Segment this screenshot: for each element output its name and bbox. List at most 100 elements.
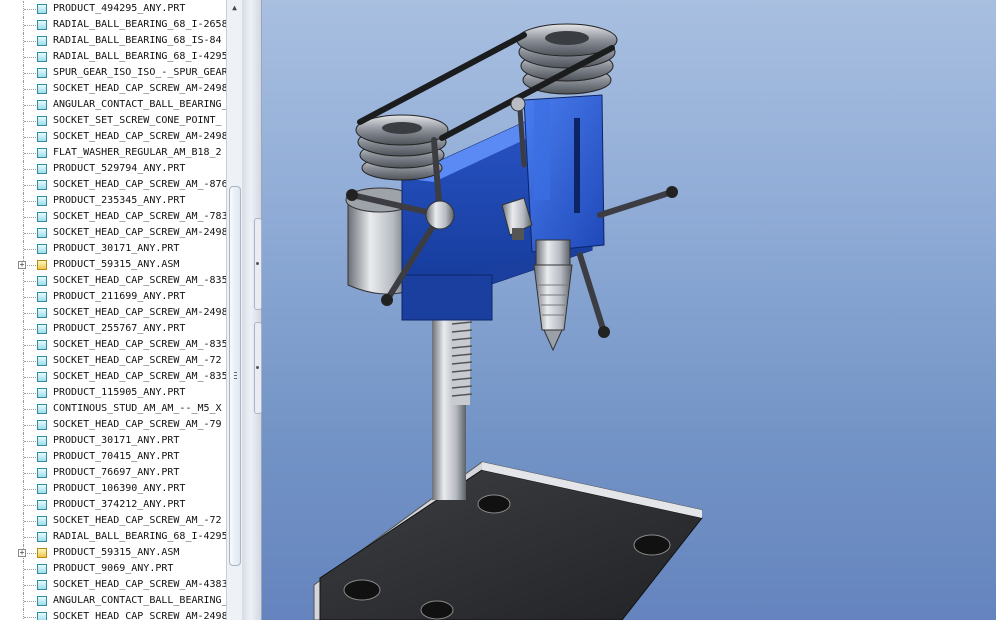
tree-item[interactable]: PRODUCT_255767_ANY.PRT xyxy=(0,321,226,337)
tree-item-label: SOCKET_HEAD_CAP_SCREW_AM_-876 xyxy=(53,179,226,190)
tree-item[interactable]: SOCKET_HEAD_CAP_SCREW_AM-2498 xyxy=(0,81,226,97)
tree-item[interactable]: SOCKET_SET_SCREW_CONE_POINT_ xyxy=(0,113,226,129)
expand-toggle-icon[interactable]: + xyxy=(18,549,26,557)
tree-item[interactable]: SOCKET_HEAD_CAP_SCREW_AM_-783 xyxy=(0,209,226,225)
part-icon xyxy=(37,372,47,382)
tree-item[interactable]: RADIAL_BALL_BEARING_68_IS-84 xyxy=(0,33,226,49)
scroll-up-arrow[interactable]: ▲ xyxy=(227,0,242,16)
tree-item-label: SOCKET_HEAD_CAP_SCREW_AM-2498 xyxy=(53,611,226,620)
tree-item-label: PRODUCT_255767_ANY.PRT xyxy=(53,323,186,334)
part-icon xyxy=(37,244,47,254)
tree-item[interactable]: + PRODUCT_59315_ANY.ASM xyxy=(0,545,226,561)
tree-item[interactable]: SOCKET_HEAD_CAP_SCREW_AM_-835 xyxy=(0,273,226,289)
graphics-viewport[interactable] xyxy=(262,0,996,620)
tree-item[interactable]: SOCKET_HEAD_CAP_SCREW_AM-2498 xyxy=(0,225,226,241)
tree-item[interactable]: CONTINOUS_STUD_AM_AM_--_M5_X xyxy=(0,401,226,417)
tree-item[interactable]: PRODUCT_30171_ANY.PRT xyxy=(0,433,226,449)
tree-item[interactable]: SOCKET_HEAD_CAP_SCREW_AM_-72 xyxy=(0,353,226,369)
tree-item[interactable]: SOCKET_HEAD_CAP_SCREW_AM_-79 xyxy=(0,417,226,433)
tree-item[interactable]: ANGULAR_CONTACT_BALL_BEARING_ xyxy=(0,593,226,609)
tree-item-label: PRODUCT_59315_ANY.ASM xyxy=(53,547,180,558)
tree-item-label: SOCKET_HEAD_CAP_SCREW_AM-4383 xyxy=(53,579,226,590)
tree-connector xyxy=(24,217,36,218)
tree-item[interactable]: SOCKET_HEAD_CAP_SCREW_AM_-835 xyxy=(0,337,226,353)
tree-item[interactable]: ANGULAR_CONTACT_BALL_BEARING_ xyxy=(0,97,226,113)
column xyxy=(432,295,473,500)
part-icon xyxy=(37,164,47,174)
tree-item-label: PRODUCT_30171_ANY.PRT xyxy=(53,435,180,446)
tree-item-label: PRODUCT_76697_ANY.PRT xyxy=(53,467,180,478)
tree-connector xyxy=(24,105,36,106)
tree-item[interactable]: PRODUCT_211699_ANY.PRT xyxy=(0,289,226,305)
tree-item[interactable]: PRODUCT_529794_ANY.PRT xyxy=(0,161,226,177)
model-tree: PRODUCT_494295_ANY.PRT RADIAL_BALL_BEARIN… xyxy=(0,0,226,620)
tree-item[interactable]: SOCKET_HEAD_CAP_SCREW_AM-2498 xyxy=(0,129,226,145)
tree-item-label: RADIAL_BALL_BEARING_68_I-2658 xyxy=(53,19,226,30)
tree-connector xyxy=(24,377,36,378)
tree-connector xyxy=(24,601,36,602)
drill-press-model xyxy=(313,23,703,620)
tree-item-label: SOCKET_HEAD_CAP_SCREW_AM_-835 xyxy=(53,371,226,382)
tree-item[interactable]: FLAT_WASHER_REGULAR_AM_B18_2 xyxy=(0,145,226,161)
tree-item-label: SOCKET_SET_SCREW_CONE_POINT_ xyxy=(53,115,222,126)
tree-item[interactable]: SPUR_GEAR_ISO_ISO_-_SPUR_GEAR xyxy=(0,65,226,81)
part-icon xyxy=(37,4,47,14)
tree-item[interactable]: SOCKET_HEAD_CAP_SCREW_AM_-876 xyxy=(0,177,226,193)
part-icon xyxy=(37,324,47,334)
tree-connector xyxy=(24,457,36,458)
part-icon xyxy=(37,500,47,510)
tree-item[interactable]: + PRODUCT_59315_ANY.ASM xyxy=(0,257,226,273)
tree-connector xyxy=(24,521,36,522)
tree-item[interactable]: PRODUCT_9069_ANY.PRT xyxy=(0,561,226,577)
tree-item-label: PRODUCT_529794_ANY.PRT xyxy=(53,163,186,174)
tree-item[interactable]: PRODUCT_106390_ANY.PRT xyxy=(0,481,226,497)
part-icon xyxy=(37,148,47,158)
part-icon xyxy=(37,564,47,574)
tree-connector xyxy=(24,169,36,170)
tree-connector xyxy=(24,489,36,490)
tree-item[interactable]: SOCKET_HEAD_CAP_SCREW_AM_-72 xyxy=(0,513,226,529)
scroll-thumb[interactable] xyxy=(229,186,241,566)
part-icon xyxy=(37,404,47,414)
tree-item-label: PRODUCT_235345_ANY.PRT xyxy=(53,195,186,206)
tree-connector xyxy=(24,137,36,138)
part-icon xyxy=(37,180,47,190)
tree-item-label: SPUR_GEAR_ISO_ISO_-_SPUR_GEAR xyxy=(53,67,226,78)
tree-item[interactable]: PRODUCT_235345_ANY.PRT xyxy=(0,193,226,209)
tree-item[interactable]: PRODUCT_30171_ANY.PRT xyxy=(0,241,226,257)
part-icon xyxy=(37,228,47,238)
tree-connector xyxy=(24,281,36,282)
tree-item[interactable]: RADIAL_BALL_BEARING_68_I-4295 xyxy=(0,529,226,545)
tree-item[interactable]: PRODUCT_374212_ANY.PRT xyxy=(0,497,226,513)
tree-item[interactable]: PRODUCT_494295_ANY.PRT xyxy=(0,1,226,17)
tree-connector xyxy=(24,25,36,26)
part-icon xyxy=(37,452,47,462)
tree-item-label: PRODUCT_30171_ANY.PRT xyxy=(53,243,180,254)
part-icon xyxy=(37,308,47,318)
tree-item-label: SOCKET_HEAD_CAP_SCREW_AM_-835 xyxy=(53,339,226,350)
tree-connector xyxy=(24,569,36,570)
tree-item-label: SOCKET_HEAD_CAP_SCREW_AM_-783 xyxy=(53,211,226,222)
tree-item[interactable]: PRODUCT_76697_ANY.PRT xyxy=(0,465,226,481)
right-pulley xyxy=(516,23,618,95)
tree-scrollbar[interactable]: ▲ xyxy=(226,0,242,620)
tree-item-label: SOCKET_HEAD_CAP_SCREW_AM-2498 xyxy=(53,83,226,94)
expand-toggle-icon[interactable]: + xyxy=(18,261,26,269)
tree-item[interactable]: RADIAL_BALL_BEARING_68_I-4295 xyxy=(0,49,226,65)
tree-item[interactable]: RADIAL_BALL_BEARING_68_I-2658 xyxy=(0,17,226,33)
part-icon xyxy=(37,292,47,302)
tree-item[interactable]: PRODUCT_115905_ANY.PRT xyxy=(0,385,226,401)
part-icon xyxy=(37,356,47,366)
tree-item[interactable]: SOCKET_HEAD_CAP_SCREW_AM_-835 xyxy=(0,369,226,385)
tree-connector xyxy=(24,233,36,234)
part-icon xyxy=(37,612,47,620)
tree-connector xyxy=(24,441,36,442)
tree-connector xyxy=(24,617,36,618)
tree-item[interactable]: SOCKET_HEAD_CAP_SCREW_AM-2498 xyxy=(0,305,226,321)
tree-item-label: RADIAL_BALL_BEARING_68_I-4295 xyxy=(53,531,226,542)
base-plate xyxy=(313,461,703,620)
tree-item[interactable]: SOCKET_HEAD_CAP_SCREW_AM-2498 xyxy=(0,609,226,620)
panel-splitter[interactable] xyxy=(242,0,262,620)
tree-item[interactable]: SOCKET_HEAD_CAP_SCREW_AM-4383 xyxy=(0,577,226,593)
tree-item[interactable]: PRODUCT_70415_ANY.PRT xyxy=(0,449,226,465)
